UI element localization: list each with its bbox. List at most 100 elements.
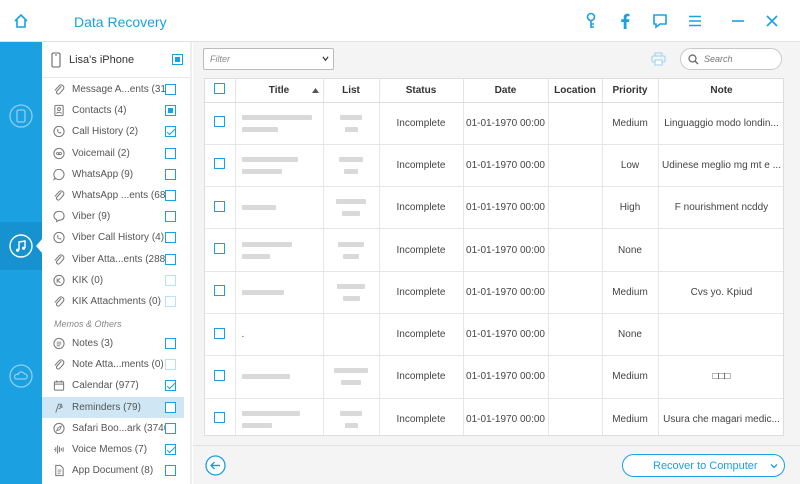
- row-checkbox[interactable]: [214, 243, 226, 255]
- row-select-cell[interactable]: [205, 102, 236, 145]
- close-icon[interactable]: [763, 12, 781, 30]
- sidebar-item-whatsapp-ents[interactable]: WhatsApp ...ents (68): [42, 185, 184, 206]
- sidebar-item-checkbox[interactable]: [165, 338, 176, 349]
- row-select-cell[interactable]: [205, 228, 236, 272]
- chevron-down-icon[interactable]: [770, 462, 778, 470]
- sidebar-scrollbar[interactable]: [190, 42, 192, 484]
- sidebar-item-note-atta-ments[interactable]: Note Atta...ments (0): [42, 354, 184, 375]
- sidebar-item-checkbox[interactable]: [165, 422, 176, 434]
- device-header[interactable]: Lisa's iPhone: [42, 42, 191, 78]
- table-row[interactable]: Incomplete 01-01-1970 00:00 Medium Usura ch…: [205, 398, 783, 435]
- sidebar-item-viber-call-history[interactable]: Viber Call History (4): [42, 227, 184, 248]
- sidebar-item-checkbox[interactable]: [165, 253, 176, 265]
- row-select-cell[interactable]: [205, 271, 236, 314]
- column-header-status[interactable]: Status: [379, 79, 464, 103]
- device-select-all-checkbox[interactable]: [172, 54, 183, 65]
- select-all-checkbox[interactable]: [214, 83, 226, 95]
- row-checkbox[interactable]: [214, 327, 226, 339]
- row-select-cell[interactable]: [205, 398, 236, 435]
- sidebar-item-notes[interactable]: Notes (3): [42, 333, 184, 354]
- row-checkbox[interactable]: [214, 116, 226, 128]
- row-select-cell[interactable]: [205, 186, 236, 230]
- table-row[interactable]: Incomplete 01-01-1970 00:00 Medium Cvs yo. …: [205, 271, 783, 314]
- column-header-title[interactable]: Title: [235, 79, 324, 103]
- sidebar-item-checkbox[interactable]: [165, 211, 176, 223]
- redacted-title: [241, 422, 272, 428]
- list-cell: [323, 398, 380, 435]
- sidebar-item-checkbox[interactable]: [165, 147, 176, 159]
- sidebar-item-checkbox[interactable]: [165, 105, 176, 117]
- row-checkbox[interactable]: [214, 285, 226, 297]
- row-select-cell[interactable]: [205, 355, 236, 399]
- facebook-icon[interactable]: [616, 12, 634, 30]
- row-checkbox[interactable]: [214, 412, 226, 424]
- redacted-list: [334, 368, 368, 374]
- back-arrow-icon[interactable]: [205, 455, 226, 476]
- row-checkbox[interactable]: [214, 200, 226, 212]
- table-row[interactable]: Incomplete 01-01-1970 00:00 Low Udinese meg…: [205, 144, 783, 188]
- sidebar-item-checkbox[interactable]: [165, 465, 176, 477]
- title-cell: [235, 398, 324, 435]
- sidebar-item-safari-boo-ark[interactable]: Safari Boo...ark (3746): [42, 418, 184, 439]
- sidebar-item-reminders[interactable]: Reminders (79): [42, 396, 184, 418]
- recover-from-itunes-button[interactable]: [0, 222, 42, 270]
- date-cell: 01-01-1970 00:00: [463, 102, 549, 145]
- table-row[interactable]: Incomplete 01-01-1970 00:00 Medium Linguagg…: [205, 102, 783, 145]
- row-select-cell[interactable]: [205, 144, 236, 188]
- table-row[interactable]: Incomplete 01-01-1970 00:00 High F nourishm…: [205, 186, 783, 230]
- date-cell: 01-01-1970 00:00: [463, 144, 549, 188]
- row-select-cell[interactable]: [205, 313, 236, 357]
- column-header-priority[interactable]: Priority: [602, 79, 659, 103]
- table-row[interactable]: Incomplete 01-01-1970 00:00 None: [205, 228, 783, 272]
- print-icon[interactable]: [651, 52, 666, 66]
- sidebar-item-checkbox[interactable]: [165, 84, 176, 95]
- sidebar-item-call-history[interactable]: Call History (2): [42, 121, 184, 142]
- sidebar-item-kik[interactable]: KIK (0): [42, 270, 184, 291]
- sidebar-item-checkbox[interactable]: [165, 168, 176, 180]
- sidebar-item-voice-memos[interactable]: Voice Memos (7): [42, 439, 184, 460]
- filter-dropdown[interactable]: Filter: [203, 48, 334, 70]
- note-cell: □□□: [658, 355, 783, 399]
- table-row[interactable]: . Incomplete 01-01-1970 00:00 None: [205, 313, 783, 357]
- device-name: Lisa's iPhone: [69, 53, 135, 66]
- sidebar-item-viber[interactable]: Viber (9): [42, 206, 184, 227]
- sidebar-item-label: Note Atta...ments (0): [72, 359, 164, 371]
- row-checkbox[interactable]: [214, 158, 226, 170]
- sidebar-item-whatsapp[interactable]: WhatsApp (9): [42, 164, 184, 185]
- sidebar-item-checkbox[interactable]: [165, 190, 176, 201]
- sidebar-item-message-a-ents[interactable]: Message A...ents (31): [42, 79, 184, 100]
- sidebar-item-checkbox[interactable]: [165, 401, 176, 413]
- column-header-note[interactable]: Note: [658, 79, 783, 103]
- sidebar-item-calendar[interactable]: Calendar (977): [42, 375, 184, 396]
- recover-to-computer-button[interactable]: Recover to Computer: [622, 454, 785, 477]
- table-row[interactable]: Incomplete 01-01-1970 00:00 Medium □□□: [205, 355, 783, 399]
- app-title: Data Recovery: [74, 14, 167, 30]
- location-cell: [548, 102, 603, 145]
- sidebar-item-checkbox[interactable]: [165, 444, 176, 455]
- sidebar-item-app-document[interactable]: App Document (8): [42, 460, 184, 481]
- sidebar-item-contacts[interactable]: Contacts (4): [42, 100, 184, 121]
- menu-icon[interactable]: [686, 12, 704, 30]
- sidebar-item-checkbox[interactable]: [165, 296, 176, 307]
- sidebar-item-viber-atta-ents[interactable]: Viber Atta...ents (288): [42, 249, 184, 270]
- recover-from-icloud-button[interactable]: [0, 352, 42, 400]
- row-checkbox[interactable]: [214, 369, 226, 381]
- search-field[interactable]: [680, 48, 782, 70]
- sidebar-item-checkbox[interactable]: [165, 380, 176, 392]
- sidebar-item-checkbox[interactable]: [165, 359, 176, 371]
- home-button[interactable]: [0, 0, 42, 42]
- sidebar-item-checkbox[interactable]: [165, 232, 176, 244]
- sidebar-item-voicemail[interactable]: Voicemail (2): [42, 143, 184, 164]
- recover-from-device-button[interactable]: [0, 92, 42, 140]
- feedback-icon[interactable]: [651, 12, 669, 30]
- minimize-icon[interactable]: [729, 12, 747, 30]
- select-all-header[interactable]: [205, 79, 236, 103]
- sidebar-item-checkbox[interactable]: [165, 274, 176, 286]
- key-icon[interactable]: [582, 12, 600, 30]
- search-input[interactable]: [704, 54, 774, 64]
- column-header-location[interactable]: Location: [548, 79, 603, 103]
- sidebar-item-kik-attachments[interactable]: KIK Attachments (0): [42, 291, 184, 312]
- column-header-date[interactable]: Date: [463, 79, 549, 103]
- sidebar-item-checkbox[interactable]: [165, 126, 176, 138]
- column-header-list[interactable]: List: [323, 79, 380, 103]
